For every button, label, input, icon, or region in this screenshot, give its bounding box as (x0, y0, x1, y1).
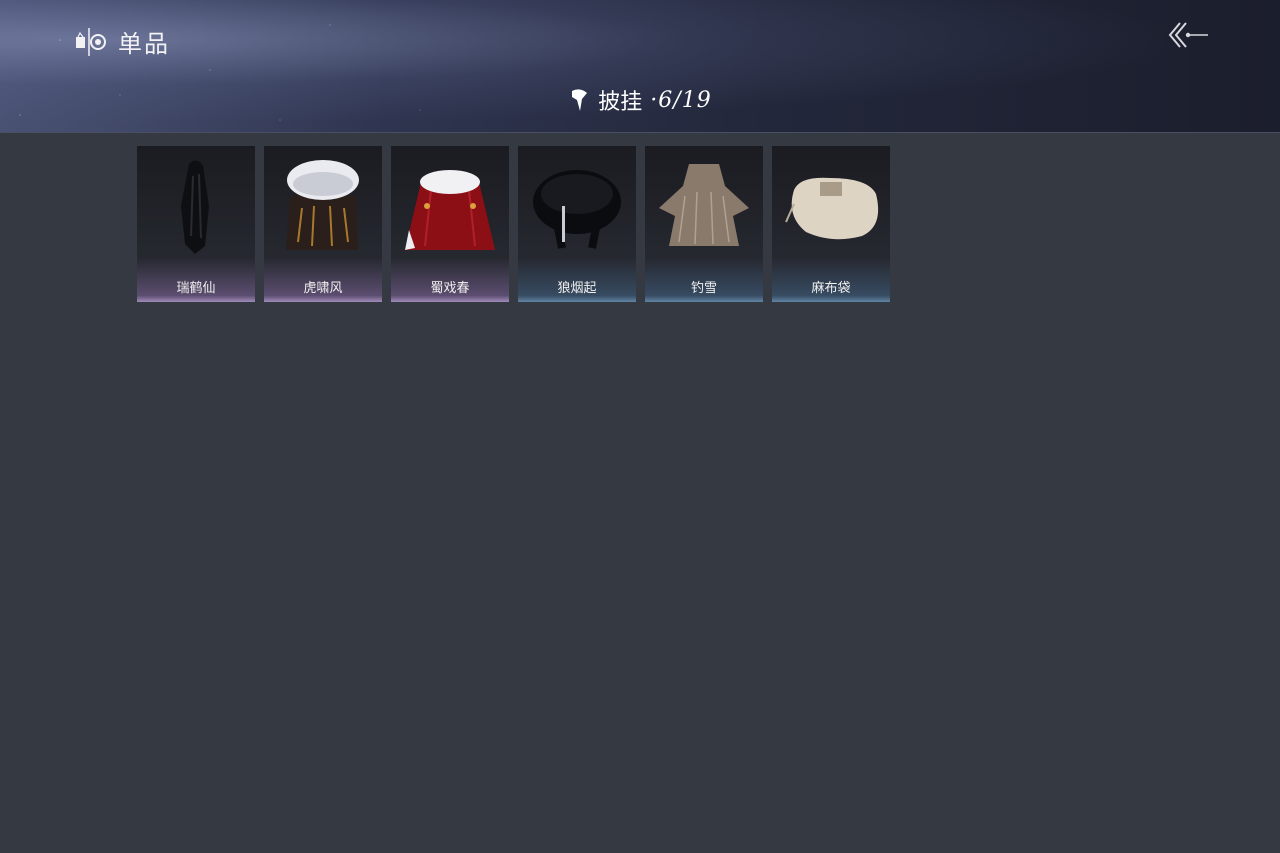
item-grid: 瑞鹤仙 虎啸风 蜀戏春 狼烟起 钓雪 麻布袋 (137, 146, 890, 302)
black-wolf-fur-cloak-icon (533, 170, 621, 249)
red-opera-cape-icon (405, 170, 495, 250)
item-name: 蜀戏春 (430, 281, 470, 296)
item-card-2[interactable]: 虎啸风 (264, 146, 382, 302)
category-name: 披挂 (598, 90, 643, 115)
item-name: 虎啸风 (303, 281, 343, 296)
back-arrow-icon (1168, 22, 1208, 48)
straw-raincoat-icon (659, 164, 749, 246)
item-card-3[interactable]: 蜀戏春 (391, 146, 509, 302)
item-card-1[interactable]: 瑞鹤仙 (137, 146, 255, 302)
section-title-text: 单品 (118, 30, 170, 58)
item-name: 麻布袋 (811, 281, 851, 296)
section-title: 单品 (74, 24, 170, 59)
item-card-6[interactable]: 麻布袋 (772, 146, 890, 302)
dark-feather-cloak-icon (181, 160, 209, 254)
cloak-category-icon (572, 89, 588, 111)
item-name: 钓雪 (690, 281, 717, 296)
burlap-sack-icon (785, 177, 879, 240)
fur-collar-tiger-cloak-icon (286, 160, 359, 250)
collection-count: ·6/19 (650, 87, 712, 113)
item-name: 狼烟起 (557, 281, 597, 296)
item-card-4[interactable]: 狼烟起 (518, 146, 636, 302)
category-title: 披挂 ·6/19 (0, 84, 1280, 116)
back-button[interactable] (1166, 18, 1212, 52)
top-banner: 单品 披挂 ·6/19 (0, 0, 1280, 133)
item-card-5[interactable]: 钓雪 (645, 146, 763, 302)
item-name: 瑞鹤仙 (176, 281, 216, 296)
wardrobe-icon (76, 27, 106, 56)
